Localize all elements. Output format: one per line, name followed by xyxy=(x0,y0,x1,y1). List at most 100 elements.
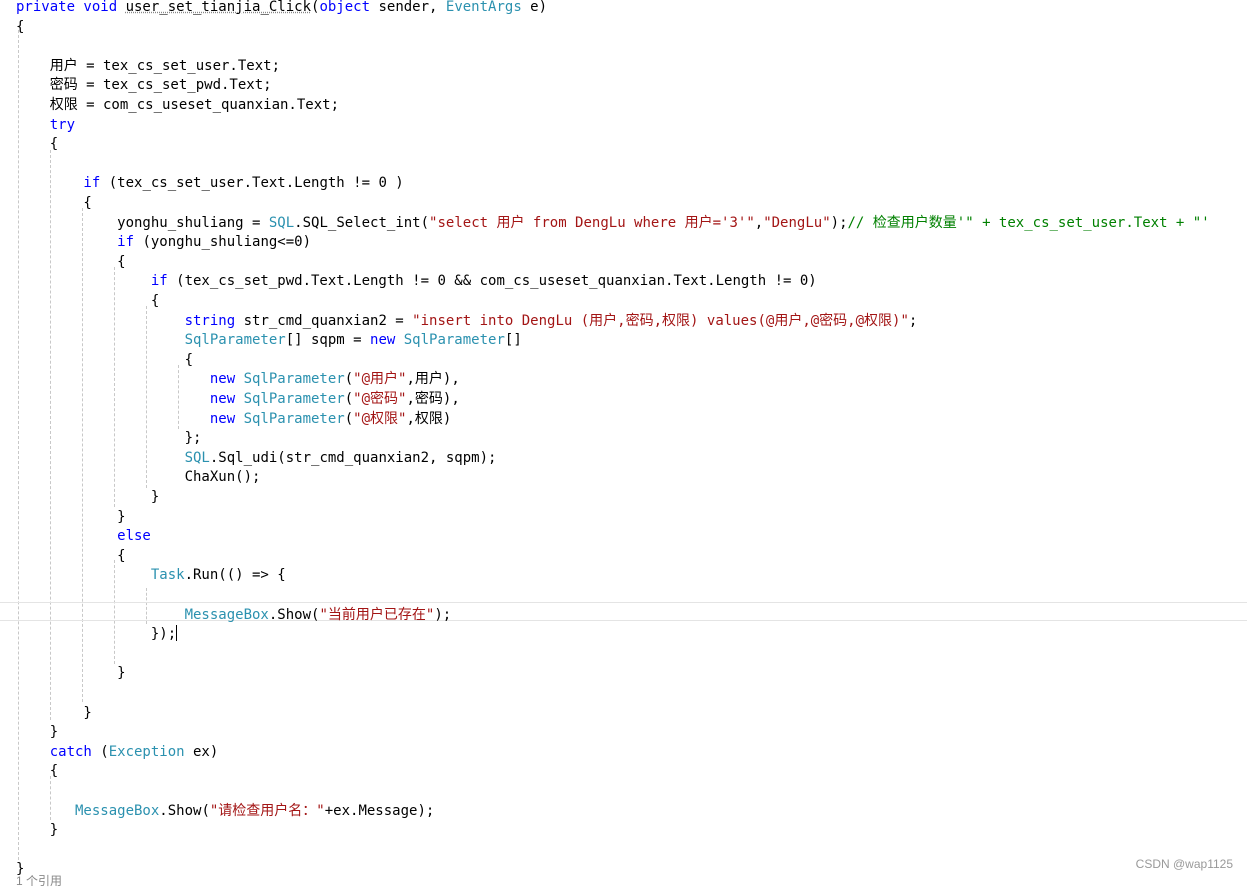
code-token: ( xyxy=(344,371,354,388)
code-token: ; xyxy=(908,312,918,329)
code-line[interactable]: new SqlParameter("@用户",用户), xyxy=(16,370,1247,389)
keyword-token: new xyxy=(16,410,244,427)
code-line[interactable]: catch (Exception ex) xyxy=(16,743,1247,762)
code-token: , xyxy=(754,214,764,231)
code-token: .Sql_udi(str_cmd_quanxian2, sqpm); xyxy=(209,449,497,466)
code-token: }); xyxy=(16,626,177,643)
code-line[interactable]: new SqlParameter("@权限",权限) xyxy=(16,410,1247,429)
code-line[interactable]: string str_cmd_quanxian2 = "insert into … xyxy=(16,312,1247,331)
code-line[interactable]: } xyxy=(16,860,1247,879)
type-token: EventArgs xyxy=(445,0,522,15)
keyword-token: new xyxy=(16,371,244,388)
code-token: } xyxy=(16,704,92,721)
code-token: ChaXun(); xyxy=(16,469,261,486)
type-token: SqlParameter xyxy=(16,332,286,349)
type-token: SqlParameter xyxy=(243,391,345,407)
code-token: ( xyxy=(344,391,354,407)
keyword-token: object xyxy=(319,0,371,15)
code-line[interactable]: if (tex_cs_set_user.Text.Length != 0 ) xyxy=(16,174,1247,193)
code-token: ( xyxy=(344,410,354,427)
code-line[interactable]: } xyxy=(16,664,1247,683)
keyword-token: if xyxy=(16,273,168,290)
code-line[interactable]: 用户 = tex_cs_set_user.Text; xyxy=(16,57,1247,76)
code-line[interactable]: if (tex_cs_set_pwd.Text.Length != 0 && c… xyxy=(16,272,1247,291)
code-line[interactable]: 权限 = com_cs_useset_quanxian.Text; xyxy=(16,96,1247,115)
string-token: "select 用户 from DengLu where 用户='3'" xyxy=(429,214,755,231)
code-line[interactable]: } xyxy=(16,488,1247,507)
keyword-token: new xyxy=(370,332,404,349)
type-token: MessageBox xyxy=(16,802,160,819)
code-line[interactable]: { xyxy=(16,253,1247,272)
code-line[interactable] xyxy=(16,782,1247,801)
keyword-token: private void xyxy=(16,0,126,15)
code-line[interactable]: private void user_set_tianjia_Click(obje… xyxy=(16,0,1247,17)
code-lens-reference-hint[interactable]: 1 个引用 xyxy=(16,872,62,889)
code-line[interactable] xyxy=(16,155,1247,174)
code-token: }; xyxy=(16,430,202,447)
code-token: ( xyxy=(91,743,109,760)
code-token: { xyxy=(16,293,160,309)
code-token: ); xyxy=(830,214,848,231)
keyword-token: else xyxy=(16,528,151,545)
code-token: 密码 = tex_cs_set_pwd.Text; xyxy=(16,77,272,94)
type-token: SqlParameter xyxy=(243,410,345,427)
code-token: (tex_cs_set_pwd.Text.Length != 0 && com_… xyxy=(167,273,817,290)
code-token: 用户 = tex_cs_set_user.Text; xyxy=(16,57,281,74)
code-token: sender, xyxy=(370,0,446,15)
code-line[interactable]: { xyxy=(16,351,1247,370)
code-token: } xyxy=(16,489,160,505)
code-line[interactable] xyxy=(16,586,1247,605)
keyword-token: new xyxy=(16,391,244,407)
code-line[interactable] xyxy=(16,841,1247,860)
type-token: SQL xyxy=(16,449,210,466)
code-line[interactable]: MessageBox.Show("当前用户已存在"); xyxy=(16,606,1247,625)
code-editor[interactable]: private void user_set_tianjia_Click (obje… xyxy=(0,0,1247,888)
code-line[interactable]: new SqlParameter("@密码",密码), xyxy=(16,390,1247,409)
code-token: ,权限) xyxy=(406,410,452,427)
code-line[interactable]: }; xyxy=(16,429,1247,448)
code-token: { xyxy=(16,351,194,368)
code-token: e) xyxy=(521,0,548,15)
code-line[interactable]: { xyxy=(16,194,1247,213)
code-line[interactable] xyxy=(16,645,1247,664)
type-token: Task xyxy=(16,567,185,584)
code-line[interactable]: } xyxy=(16,821,1247,840)
code-token: ,密码), xyxy=(406,391,460,407)
code-line[interactable]: else xyxy=(16,527,1247,546)
code-line[interactable]: 密码 = tex_cs_set_pwd.Text; xyxy=(16,76,1247,95)
code-line[interactable]: { xyxy=(16,18,1247,37)
code-token: { xyxy=(16,136,59,153)
code-token: .Show( xyxy=(159,802,210,819)
code-line[interactable] xyxy=(16,684,1247,703)
code-line[interactable]: MessageBox.Show("请检查用户名："+ex.Message); xyxy=(16,802,1247,821)
text-caret xyxy=(176,625,178,642)
code-line[interactable]: { xyxy=(16,292,1247,311)
code-token: SQL_Select_int( xyxy=(302,214,430,231)
code-line[interactable]: } xyxy=(16,704,1247,723)
code-token: +ex.Message); xyxy=(324,802,435,819)
code-line[interactable]: try xyxy=(16,116,1247,135)
code-line[interactable]: ChaXun(); xyxy=(16,468,1247,487)
keyword-token: try xyxy=(16,116,76,133)
code-line[interactable]: }); xyxy=(16,625,1247,644)
string-token: "DengLu" xyxy=(763,214,831,231)
code-line[interactable] xyxy=(16,37,1247,56)
code-line[interactable]: SQL.Sql_udi(str_cmd_quanxian2, sqpm); xyxy=(16,449,1247,468)
watermark: CSDN @wap1125 xyxy=(1135,857,1233,871)
code-line[interactable]: SqlParameter[] sqpm = new SqlParameter[] xyxy=(16,331,1247,350)
code-token: [] sqpm = xyxy=(285,332,371,349)
code-line[interactable]: if (yonghu_shuliang<=0) xyxy=(16,233,1247,252)
code-line[interactable]: { xyxy=(16,762,1247,781)
type-token: MessageBox xyxy=(16,606,269,623)
code-line[interactable]: } xyxy=(16,508,1247,527)
code-line[interactable]: { xyxy=(16,547,1247,566)
code-line[interactable]: } xyxy=(16,723,1247,742)
code-token: { xyxy=(16,18,25,35)
code-token: yonghu_shuliang = xyxy=(16,214,269,231)
code-line[interactable]: { xyxy=(16,135,1247,154)
code-token: ); xyxy=(434,606,452,623)
type-token: SqlParameter xyxy=(243,371,345,388)
code-token: { xyxy=(16,547,126,564)
code-line[interactable]: yonghu_shuliang = SQL.SQL_Select_int("se… xyxy=(16,214,1247,233)
code-line[interactable]: Task.Run(() => { xyxy=(16,566,1247,585)
